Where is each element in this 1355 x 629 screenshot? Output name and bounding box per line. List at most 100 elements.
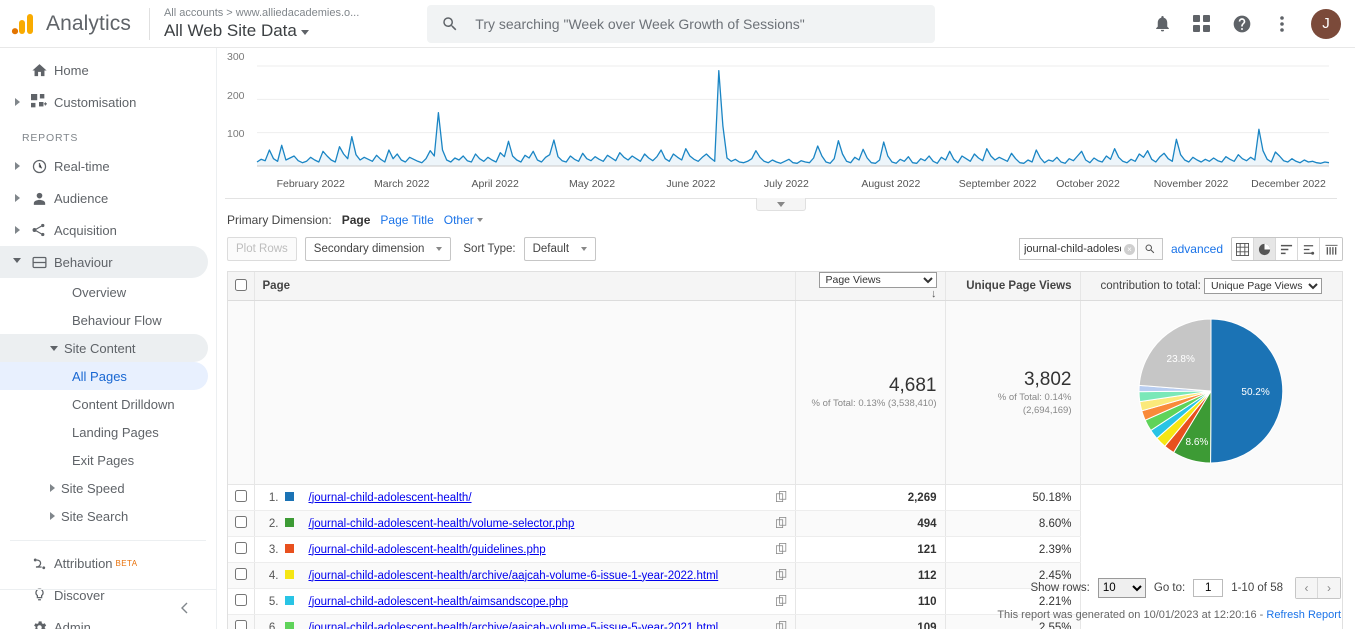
primary-dimension-page-title[interactable]: Page Title xyxy=(380,213,433,227)
notifications-bell-icon[interactable] xyxy=(1151,13,1173,35)
page-column-header[interactable]: Page xyxy=(254,272,796,301)
help-icon[interactable] xyxy=(1231,13,1253,35)
open-page-icon-cell[interactable] xyxy=(769,536,796,563)
show-rows-select[interactable]: 10255010025050010005000 xyxy=(1097,578,1146,598)
page-link[interactable]: /journal-child-adolescent-health/ xyxy=(309,492,472,504)
row-checkbox[interactable] xyxy=(234,568,247,580)
page-link[interactable]: /journal-child-adolescent-health/archive… xyxy=(309,622,719,629)
total-page-views: 4,681 xyxy=(888,375,937,396)
metric-select[interactable]: Page ViewsUnique Page ViewsAvg. Time on … xyxy=(818,272,937,288)
chevron-down-icon xyxy=(436,247,443,251)
total-unique-page-views: 3,802 xyxy=(1023,368,1072,390)
row-checkbox[interactable] xyxy=(234,542,247,554)
goto-input[interactable] xyxy=(1193,579,1224,597)
row-checkbox[interactable] xyxy=(234,594,247,606)
secondary-dimension-button[interactable]: Secondary dimension xyxy=(304,237,452,261)
sort-desc-icon[interactable]: ↓ xyxy=(931,288,937,300)
totals-row: 4,681 % of Total: 0.13% (3,538,410) 3,80… xyxy=(228,300,1342,485)
show-rows-label: Show rows: xyxy=(1030,582,1090,594)
sidebar-item-home[interactable]: Home xyxy=(0,54,208,86)
sidebar-item-landing-pages[interactable]: Landing Pages xyxy=(0,418,208,446)
sidebar-subitem-label: Behaviour Flow xyxy=(72,312,162,328)
sidebar-item-exit-pages[interactable]: Exit Pages xyxy=(0,446,208,474)
row-checkbox[interactable] xyxy=(234,516,247,528)
sidebar-item-all-pages[interactable]: All Pages xyxy=(0,362,208,390)
timeline-chart-svg[interactable] xyxy=(225,48,1335,188)
sidebar-item-attribution[interactable]: Attribution BETA xyxy=(0,547,208,579)
more-vertical-icon[interactable] xyxy=(1271,13,1293,35)
property-name[interactable]: All Web Site Data xyxy=(164,20,359,42)
row-page-cell: /journal-child-adolescent-health/archive… xyxy=(300,614,769,629)
plot-rows-button[interactable]: Plot Rows xyxy=(227,237,297,261)
pivot-view-icon[interactable] xyxy=(1320,238,1342,260)
sidebar-item-site-search[interactable]: Site Search xyxy=(0,502,208,530)
chevron-right-icon xyxy=(10,98,24,106)
open-page-icon-cell[interactable] xyxy=(769,562,796,589)
table-row[interactable]: 2. /journal-child-adolescent-health/volum… xyxy=(228,510,1342,537)
account-selector[interactable]: All accounts > www.alliedacademies.o... … xyxy=(150,6,359,42)
y-tick-100: 100 xyxy=(227,128,245,140)
x-tick-label: April 2022 xyxy=(471,178,519,190)
open-page-icon-cell[interactable] xyxy=(769,484,796,511)
totals-checkbox-cell xyxy=(228,300,255,485)
clear-filter-icon[interactable]: × xyxy=(1123,243,1135,255)
sidebar-item-content-drilldown[interactable]: Content Drilldown xyxy=(0,390,208,418)
row-page-views: 121 xyxy=(795,536,946,563)
row-checkbox[interactable] xyxy=(234,490,247,502)
sidebar-section-reports: REPORTS xyxy=(22,132,79,144)
open-page-icon-cell[interactable] xyxy=(769,510,796,537)
row-checkbox[interactable] xyxy=(234,620,247,629)
open-page-icon-cell[interactable] xyxy=(769,614,796,629)
pie-view-icon[interactable] xyxy=(1254,238,1276,260)
performance-view-icon[interactable] xyxy=(1276,238,1298,260)
y-tick-300: 300 xyxy=(227,51,245,63)
row-page-cell: /journal-child-adolescent-health/archive… xyxy=(300,562,769,589)
search-icon xyxy=(1145,244,1155,254)
sidebar-item-behaviour[interactable]: Behaviour xyxy=(0,246,208,278)
pie-slice-label: 23.8% xyxy=(1167,354,1195,365)
sidebar-item-acquisition[interactable]: Acquisition xyxy=(0,214,208,246)
primary-dimension-other-label: Other xyxy=(443,213,474,227)
filter-search-button[interactable] xyxy=(1136,238,1163,260)
avatar[interactable]: J xyxy=(1311,8,1341,39)
sidebar-collapse-button[interactable] xyxy=(0,589,217,625)
row-index: 5. xyxy=(254,588,285,615)
sidebar-item-real-time[interactable]: Real-time xyxy=(0,150,208,182)
sidebar-item-behaviour-flow[interactable]: Behaviour Flow xyxy=(0,306,208,334)
page-link[interactable]: /journal-child-adolescent-health/archive… xyxy=(309,570,719,582)
table-row[interactable]: 1. /journal-child-adolescent-health/2,269… xyxy=(228,484,1342,511)
sidebar-item-site-content[interactable]: Site Content xyxy=(0,334,208,362)
sidebar-item-overview[interactable]: Overview xyxy=(0,278,208,306)
apps-grid-icon[interactable] xyxy=(1191,13,1213,35)
select-all-checkbox[interactable] xyxy=(234,278,247,291)
table-row[interactable]: 3. /journal-child-adolescent-health/guide… xyxy=(228,536,1342,563)
contribution-pie-chart[interactable]: 50.2% 8.6% 23.8% xyxy=(1121,301,1301,481)
refresh-report-link[interactable]: Refresh Report xyxy=(1266,609,1341,621)
chart-expand-button[interactable] xyxy=(756,198,806,211)
filter-input[interactable] xyxy=(1018,238,1137,260)
page-link[interactable]: /journal-child-adolescent-health/volume-… xyxy=(309,518,575,530)
sidebar: Home Customisation REPORTS Real-time Aud… xyxy=(0,48,217,629)
comparison-view-icon[interactable] xyxy=(1298,238,1320,260)
primary-dimension-other[interactable]: Other xyxy=(444,213,483,227)
search-input[interactable] xyxy=(473,14,922,33)
sidebar-item-audience[interactable]: Audience xyxy=(0,182,208,214)
sidebar-item-site-speed[interactable]: Site Speed xyxy=(0,474,208,502)
table-toolbar: Plot Rows Secondary dimension Sort Type:… xyxy=(227,237,1355,261)
primary-dimension-active[interactable]: Page xyxy=(342,213,371,227)
open-page-icon-cell[interactable] xyxy=(769,588,796,615)
sort-type-button[interactable]: Default xyxy=(523,237,597,261)
goto-label: Go to: xyxy=(1153,582,1186,594)
contribution-select[interactable]: Unique Page ViewsPage Views xyxy=(1204,278,1323,294)
page-link[interactable]: /journal-child-adolescent-health/aimsand… xyxy=(309,596,569,608)
table-view-icon[interactable] xyxy=(1232,238,1254,260)
page-link[interactable]: /journal-child-adolescent-health/guideli… xyxy=(309,544,546,556)
unique-page-views-header[interactable]: Unique Page Views xyxy=(945,272,1081,301)
next-page-button[interactable]: › xyxy=(1318,578,1340,598)
account-breadcrumb: All accounts > www.alliedacademies.o... xyxy=(163,6,360,19)
sidebar-item-customisation[interactable]: Customisation xyxy=(0,86,208,118)
global-search[interactable] xyxy=(427,4,936,43)
prev-page-button[interactable]: ‹ xyxy=(1296,578,1318,598)
advanced-filter-link[interactable]: advanced xyxy=(1171,242,1223,256)
page-nav: ‹ › xyxy=(1295,577,1341,599)
